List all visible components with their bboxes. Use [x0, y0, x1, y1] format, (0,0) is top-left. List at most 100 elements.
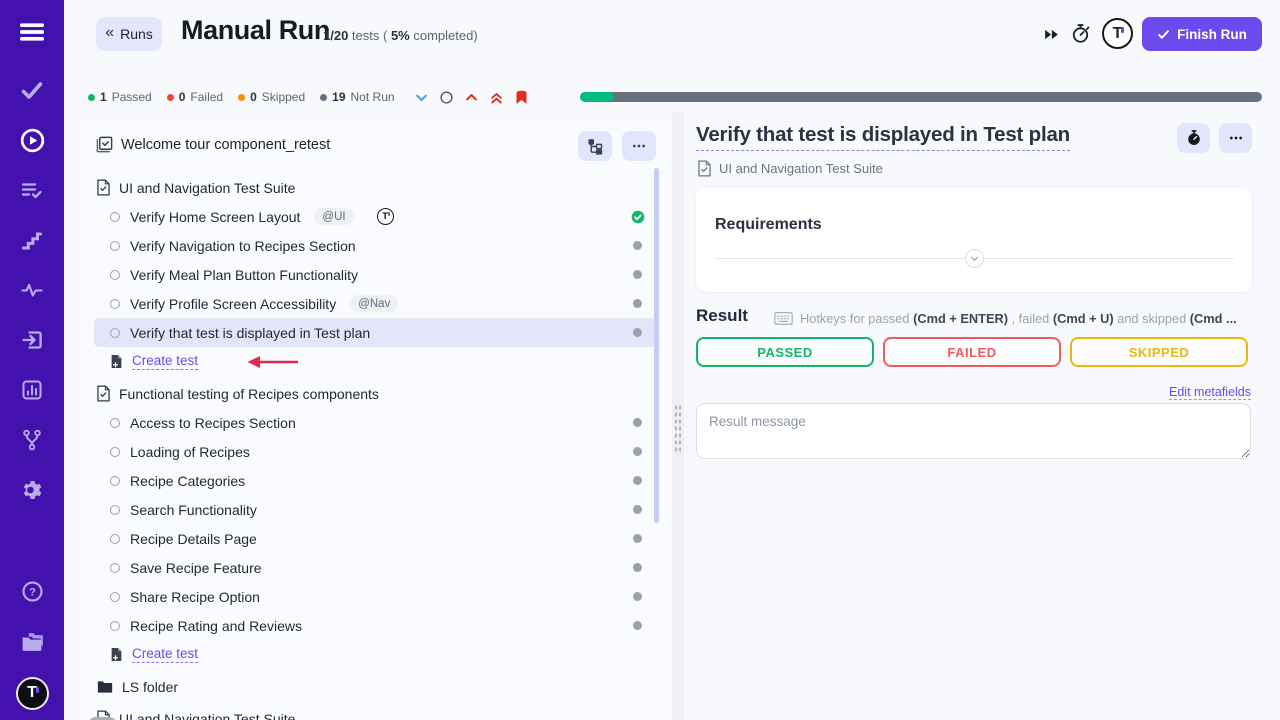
- stopwatch-button[interactable]: [1177, 123, 1210, 153]
- filter-chevrons-up-icon[interactable]: [488, 89, 505, 106]
- create-test-row[interactable]: Create test: [94, 347, 656, 376]
- test-row[interactable]: Access to Recipes Section: [94, 408, 656, 437]
- test-row[interactable]: Verify that test is displayed in Test pl…: [94, 318, 656, 347]
- fast-forward-icon[interactable]: [1043, 26, 1060, 48]
- test-state-circle-icon: [110, 328, 120, 338]
- panel-splitter[interactable]: [672, 112, 684, 720]
- status-not-run-dot-icon: [633, 505, 642, 514]
- folder-icon: [96, 678, 114, 696]
- test-state-circle-icon: [110, 563, 120, 573]
- result-message-input[interactable]: [696, 403, 1251, 459]
- timer-icon[interactable]: [1069, 22, 1092, 50]
- sidebar-item-help-icon[interactable]: ?: [0, 577, 64, 605]
- tree-item-label: Recipe Categories: [130, 473, 245, 489]
- finish-run-button[interactable]: Finish Run: [1142, 17, 1262, 51]
- requirements-expand-button[interactable]: [965, 249, 984, 268]
- play-circle-icon: [19, 127, 46, 154]
- tree-item-label: Recipe Rating and Reviews: [130, 618, 302, 634]
- test-row[interactable]: Save Recipe Feature: [94, 553, 656, 582]
- test-state-circle-icon: [110, 241, 120, 251]
- test-more-options-button[interactable]: [1219, 123, 1252, 153]
- requirements-card: Requirements: [696, 188, 1252, 292]
- sidebar-item-check-icon[interactable]: [0, 76, 64, 104]
- filter-circle-icon[interactable]: [438, 89, 455, 106]
- sidebar-item-steps-icon[interactable]: [0, 226, 64, 254]
- test-row[interactable]: Share Recipe Option: [94, 582, 656, 611]
- run-progress-subtitle: 1/20 tests ( 5% completed): [323, 28, 478, 43]
- result-skipped-button[interactable]: SKIPPED: [1070, 337, 1248, 367]
- group-by-suite-button[interactable]: [578, 131, 612, 161]
- test-row[interactable]: Recipe Categories: [94, 466, 656, 495]
- status-not-run-dot-icon: [633, 621, 642, 630]
- sidebar-item-play-circle-icon[interactable]: [0, 126, 64, 154]
- test-row[interactable]: Verify Home Screen Layout@UIT: [94, 202, 656, 231]
- test-row[interactable]: Search Functionality: [94, 495, 656, 524]
- testomat-logo-icon: T: [377, 208, 394, 225]
- edit-metafields-link[interactable]: Edit metafields: [1169, 385, 1251, 400]
- projects-folder-icon: [20, 630, 45, 655]
- create-test-link[interactable]: Create test: [132, 353, 198, 370]
- status-not-run-dot-icon: [633, 447, 642, 456]
- sidebar-item-projects-folder-icon[interactable]: [0, 628, 64, 656]
- sidebar-item-pulse-icon[interactable]: [0, 276, 64, 304]
- test-state-circle-icon: [110, 621, 120, 631]
- test-row[interactable]: Recipe Details Page: [94, 524, 656, 553]
- tree-more-options-button[interactable]: [622, 131, 656, 161]
- filter-chevron-down-icon[interactable]: [413, 89, 430, 106]
- test-row[interactable]: Verify Navigation to Recipes Section: [94, 231, 656, 260]
- hotkeys-hint: Hotkeys for passed (Cmd + ENTER) , faile…: [774, 311, 1252, 326]
- status-dot-icon: [167, 94, 174, 101]
- status-dot-icon: [238, 94, 245, 101]
- import-icon: [20, 328, 44, 352]
- back-to-runs-button[interactable]: « Runs: [96, 17, 162, 51]
- result-failed-button[interactable]: FAILED: [883, 337, 1061, 367]
- tree-item-label: LS folder: [122, 679, 178, 695]
- sidebar-item-report-icon[interactable]: [0, 376, 64, 404]
- test-state-circle-icon: [110, 212, 120, 222]
- svg-text:?: ?: [29, 586, 36, 598]
- test-tag-badge: @Nav: [350, 295, 398, 312]
- bookmark-icon: [513, 89, 530, 106]
- report-icon: [20, 378, 44, 402]
- suite-row[interactable]: 0.0UI and Navigation Test Suite: [94, 704, 656, 720]
- folder-row[interactable]: LS folder: [94, 672, 656, 701]
- settings-gear-icon: [20, 478, 44, 502]
- filter-bookmark-icon[interactable]: [513, 89, 530, 106]
- chevron-down-icon: [414, 90, 429, 105]
- test-state-circle-icon: [110, 592, 120, 602]
- result-heading: Result: [696, 306, 748, 326]
- menu-hamburger-icon[interactable]: [19, 19, 45, 45]
- test-state-circle-icon: [110, 270, 120, 280]
- result-passed-button[interactable]: PASSED: [696, 337, 874, 367]
- test-suite-breadcrumb[interactable]: UI and Navigation Test Suite: [697, 160, 883, 177]
- run-progress-bar: [580, 92, 1262, 102]
- status-not-run-dot-icon: [633, 534, 642, 543]
- run-checklist-icon: [95, 135, 114, 159]
- sidebar-item-branch-icon[interactable]: [0, 426, 64, 454]
- test-row[interactable]: Verify Meal Plan Button Functionality: [94, 260, 656, 289]
- tree-item-label: Verify that test is displayed in Test pl…: [130, 325, 370, 341]
- requirements-heading: Requirements: [715, 216, 822, 234]
- test-row[interactable]: Recipe Rating and Reviews: [94, 611, 656, 640]
- sidebar-nav: [0, 76, 64, 504]
- tree-item-label: Functional testing of Recipes components: [119, 386, 379, 402]
- test-state-circle-icon: [110, 505, 120, 515]
- sidebar-item-checklist-icon[interactable]: [0, 176, 64, 204]
- sidebar-item-testomat-logo-icon[interactable]: T: [0, 679, 64, 707]
- sidebar-item-import-icon[interactable]: [0, 326, 64, 354]
- testomat-logo-icon[interactable]: T: [1102, 18, 1133, 49]
- sidebar-item-settings-gear-icon[interactable]: [0, 476, 64, 504]
- test-row[interactable]: Verify Profile Screen Accessibility@Nav: [94, 289, 656, 318]
- suite-row[interactable]: UI and Navigation Test Suite: [94, 173, 656, 202]
- document-plus-icon: [110, 354, 123, 369]
- test-row[interactable]: Loading of Recipes: [94, 437, 656, 466]
- tree-item-label: Share Recipe Option: [130, 589, 260, 605]
- filter-chevron-up-icon[interactable]: [463, 89, 480, 106]
- create-test-row[interactable]: Create test: [94, 640, 656, 669]
- priority-filter-icons: [413, 89, 530, 106]
- suite-row[interactable]: Functional testing of Recipes components: [94, 379, 656, 408]
- tree-scrollbar[interactable]: [654, 168, 659, 523]
- status-counts: 1Passed0Failed0Skipped19Not Run: [88, 90, 395, 104]
- test-title[interactable]: Verify that test is displayed in Test pl…: [696, 123, 1070, 151]
- create-test-link[interactable]: Create test: [132, 646, 198, 663]
